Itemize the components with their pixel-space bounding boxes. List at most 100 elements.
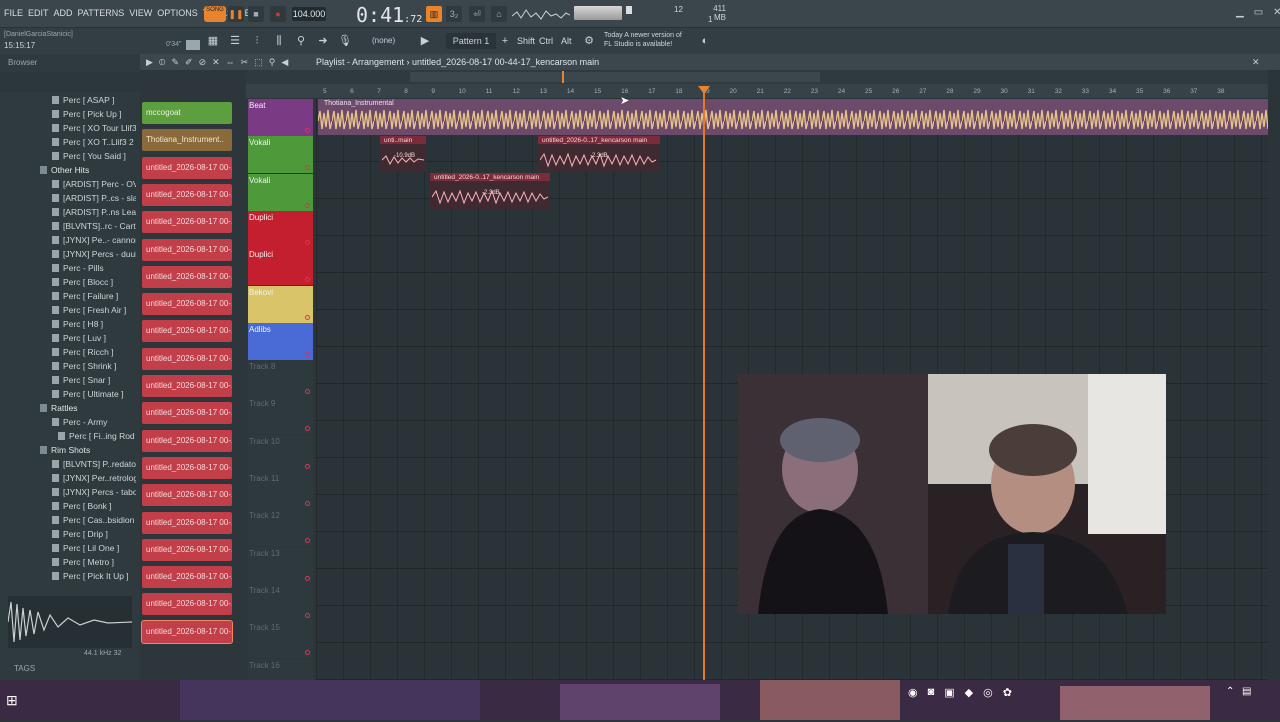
tags-label[interactable]: TAGS	[14, 664, 35, 673]
browser-item[interactable]: Perc [ Lil One ]	[0, 543, 136, 557]
browser-item[interactable]: Perc [ Shrink ]	[0, 361, 136, 375]
edge-icon[interactable]: ◉	[908, 686, 918, 699]
track-header[interactable]: Bekovi	[248, 285, 313, 323]
browser-item[interactable]: Perc [ Cas..bsidion ]	[0, 515, 136, 529]
browser-item[interactable]: Perc [ You Said ]	[0, 151, 136, 165]
browser-item[interactable]: [JYNX] Pe..- cannon	[0, 235, 136, 249]
explorer-icon[interactable]: ▣	[944, 686, 954, 699]
track-header[interactable]: Duplici	[248, 210, 313, 248]
picker-item[interactable]: untitled_2026-08-17 00-..	[142, 593, 232, 616]
browser-item[interactable]: Perc [ Pick Up ]	[0, 109, 136, 123]
picker-item[interactable]: untitled_2026-08-17 00-..	[142, 293, 232, 316]
menu-item-view[interactable]: VIEW	[129, 8, 152, 18]
mixer-icon[interactable]: ⫼	[270, 33, 288, 49]
browser-item[interactable]: Perc [ ASAP ]	[0, 95, 136, 109]
browser-folder[interactable]: Rim Shots	[0, 445, 136, 459]
browser-item[interactable]: Perc [ XO Tour Llif3 ]	[0, 123, 136, 137]
pattern-song-icon[interactable]: ▥	[426, 6, 442, 22]
browser-item[interactable]: Perc - Pills	[0, 263, 136, 277]
picker-item[interactable]: untitled_2026-08-17 00-..	[142, 265, 232, 288]
picker-item[interactable]: untitled_2026-08-17 00-..	[142, 402, 232, 425]
browser-item[interactable]: Perc [ XO T..Llif3 2 ]	[0, 137, 136, 151]
browser-item[interactable]: Perc [ Drip ]	[0, 529, 136, 543]
stop-icon[interactable]: ■	[248, 6, 264, 22]
fl-studio-icon[interactable]: ✿	[1003, 686, 1012, 699]
picker-item[interactable]: Thotiana_Instrument..	[142, 129, 232, 152]
picker-item[interactable]: untitled_2026-08-17 00-..	[142, 238, 232, 261]
track-mute-led[interactable]	[305, 239, 310, 245]
browser-item[interactable]: Perc [ Ricch ]	[0, 347, 136, 361]
pattern-selector[interactable]: Pattern 1	[446, 33, 496, 49]
track-header[interactable]: Track 12	[248, 509, 313, 547]
track-mute-led[interactable]	[305, 612, 310, 618]
tray-notification-icon[interactable]: ▤	[1242, 686, 1251, 697]
track-mute-led[interactable]	[305, 351, 310, 357]
slip-icon[interactable]: ⇔	[226, 57, 235, 68]
menu-item-options[interactable]: OPTIONS	[157, 8, 198, 18]
track-mute-led[interactable]	[305, 165, 310, 171]
picker-item[interactable]: untitled_2026-08-17 00-..	[142, 566, 232, 589]
mute-icon[interactable]: ✕	[212, 57, 220, 68]
picker-item[interactable]: untitled_2026-08-17 00-..	[142, 156, 232, 179]
play-icon[interactable]: ▶	[146, 57, 153, 68]
browser-item[interactable]: [ARDIST] P..cs - slatt	[0, 193, 136, 207]
microphone-icon[interactable]: 🎙	[336, 33, 354, 49]
picker-item[interactable]: mccogoat	[142, 102, 232, 124]
magnet-icon[interactable]: ⦶	[159, 57, 166, 68]
menu-item-patterns[interactable]: PATTERNS	[78, 8, 125, 18]
metronome-icon[interactable]: ⌂	[491, 6, 507, 22]
tempo-display[interactable]: 104.000	[292, 7, 326, 21]
browser-item[interactable]: Perc [ Pick It Up ]	[0, 571, 136, 585]
track-mute-led[interactable]	[305, 426, 310, 432]
add-pattern-icon[interactable]: +	[496, 33, 514, 49]
minimize-icon[interactable]: ▁	[1236, 7, 1244, 18]
playlist-icon[interactable]: ▦	[204, 33, 222, 49]
browser-item[interactable]: [BLVNTS] P..redator	[0, 459, 136, 473]
track-mute-led[interactable]	[305, 202, 310, 208]
browser-item[interactable]: [ARDIST] P..ns Lean	[0, 207, 136, 221]
arrow-icon[interactable]: ➜	[314, 33, 332, 49]
browser-folder[interactable]: Rattles	[0, 403, 136, 417]
picker-item[interactable]: untitled_2026-08-17 00-..	[142, 375, 232, 397]
track-mute-led[interactable]	[305, 389, 310, 395]
track-mute-led[interactable]	[305, 538, 310, 544]
track-mute-led[interactable]	[305, 128, 310, 133]
browser-item[interactable]: Perc [ Blocc ]	[0, 277, 136, 291]
playhead-marker[interactable]	[698, 86, 710, 94]
playback-icon[interactable]: ◀	[281, 57, 288, 68]
browser-item[interactable]: Perc [ Failure ]	[0, 291, 136, 305]
browser-item[interactable]: Perc [ Luv ]	[0, 333, 136, 347]
pencil-icon[interactable]: ✎	[171, 57, 179, 68]
piano-roll-icon[interactable]: ☰	[226, 33, 244, 49]
tray-chevron-icon[interactable]: ⌃	[1226, 686, 1234, 697]
menu-item-add[interactable]: ADD	[54, 8, 73, 18]
browser-item[interactable]: [JYNX] Percs - duubi	[0, 249, 136, 263]
overview-scroll-thumb[interactable]	[410, 72, 820, 82]
browser-item[interactable]: Perc [ H8 ]	[0, 319, 136, 333]
playlist-close-icon[interactable]: ✕	[1252, 57, 1260, 68]
track-mute-led[interactable]	[305, 277, 310, 283]
picker-item[interactable]: untitled_2026-08-17 00-..	[142, 211, 232, 234]
chrome-icon[interactable]: ◎	[983, 686, 993, 699]
ctrl-modifier[interactable]: Ctrl	[536, 34, 556, 48]
brave-icon[interactable]: ◆	[965, 686, 973, 699]
track-header[interactable]: Beat	[248, 99, 313, 136]
playhead-line[interactable]	[703, 88, 705, 680]
picker-item[interactable]: untitled_2026-08-17 00-..	[142, 429, 232, 452]
menu-item-edit[interactable]: EDIT	[28, 8, 49, 18]
browser-folder[interactable]: Other Hits	[0, 165, 136, 179]
vertical-scrollbar[interactable]	[1268, 70, 1280, 680]
picker-item[interactable]: untitled_2026-08-17 00-..	[142, 456, 232, 479]
track-header[interactable]: Track 14	[248, 583, 313, 621]
track-mute-led[interactable]	[305, 575, 310, 581]
track-header[interactable]: Vokali	[248, 136, 313, 174]
channel-rack-icon[interactable]: ⫶	[248, 33, 266, 49]
picker-item[interactable]: untitled_2026-08-17 00-..	[142, 538, 232, 561]
track-header[interactable]: Track 8	[248, 360, 313, 398]
track-header[interactable]: Track 11	[248, 472, 313, 509]
track-header[interactable]: Adlibs	[248, 322, 313, 360]
track-header[interactable]: Duplici	[248, 248, 313, 286]
track-header[interactable]: Track 13	[248, 546, 313, 584]
slice-icon[interactable]: ✂	[241, 57, 249, 68]
beat-audio-clip[interactable]	[318, 99, 1268, 135]
